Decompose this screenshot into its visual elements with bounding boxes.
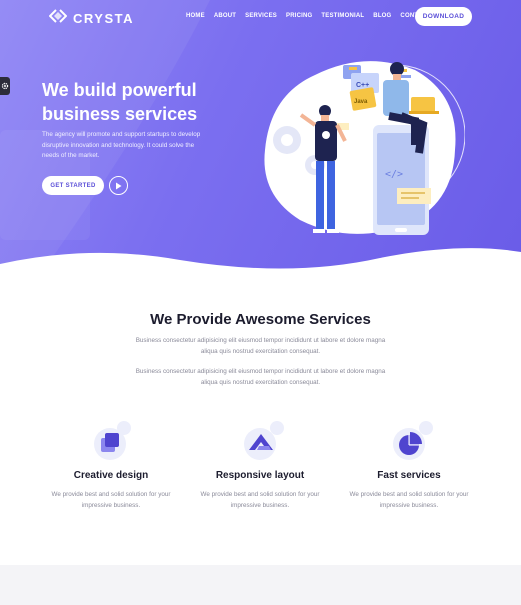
feature-title: Creative design	[73, 470, 149, 481]
download-button[interactable]: DOWNLOAD	[415, 7, 472, 26]
feature-text: We provide best and solid solution for y…	[200, 491, 320, 509]
java-label: Java	[354, 99, 368, 105]
play-icon	[115, 177, 122, 195]
logo-icon	[48, 9, 68, 28]
gear-icon	[1, 77, 9, 95]
nav-item-home[interactable]: HOME	[186, 13, 205, 19]
feature-fast-services: Fast services We provide best and solid …	[334, 420, 484, 511]
svg-text:</>: </>	[385, 169, 403, 180]
feature-responsive-layout: Responsive layout We provide best and so…	[185, 420, 335, 511]
hero-illustration: </> C++ Java	[264, 61, 465, 235]
layers-icon	[86, 420, 136, 460]
cpp-label: C++	[356, 82, 369, 89]
logo-text: CRYSTA	[73, 11, 134, 26]
pie-chart-icon	[384, 420, 434, 460]
settings-toggle[interactable]	[0, 77, 10, 95]
responsive-icon	[235, 420, 285, 460]
nav-item-about[interactable]: ABOUT	[214, 13, 236, 19]
services-paragraph-1: Business consectetur adipisicing elit ei…	[135, 337, 386, 355]
services-paragraph-2: Business consectetur adipisicing elit ei…	[135, 368, 386, 386]
feature-creative-design: Creative design We provide best and soli…	[36, 420, 186, 511]
feature-text: We provide best and solid solution for y…	[51, 491, 171, 509]
get-started-button[interactable]: GET STARTED	[42, 176, 104, 195]
services-title: We Provide Awesome Services	[150, 311, 371, 328]
nav-menu: HOME ABOUT SERVICES PRICING TESTIMONIAL …	[186, 13, 431, 19]
nav-item-blog[interactable]: BLOG	[373, 13, 391, 19]
nav-item-testimonial[interactable]: TESTIMONIAL	[321, 13, 364, 19]
nav-item-services[interactable]: SERVICES	[245, 13, 277, 19]
hero-wave	[0, 248, 521, 275]
nav-item-pricing[interactable]: PRICING	[286, 13, 312, 19]
next-section-band	[0, 565, 521, 605]
hero-section: CRYSTA HOME ABOUT SERVICES PRICING TESTI…	[0, 0, 521, 275]
feature-title: Responsive layout	[215, 470, 305, 481]
play-video-button[interactable]	[109, 176, 128, 195]
hero-description: The agency will promote and support star…	[42, 131, 201, 159]
top-nav: CRYSTA HOME ABOUT SERVICES PRICING TESTI…	[0, 0, 521, 34]
hero-title: We build powerful business services	[42, 80, 198, 124]
logo[interactable]: CRYSTA	[48, 9, 134, 28]
feature-text: We provide best and solid solution for y…	[349, 491, 469, 509]
feature-title: Fast services	[377, 470, 441, 481]
